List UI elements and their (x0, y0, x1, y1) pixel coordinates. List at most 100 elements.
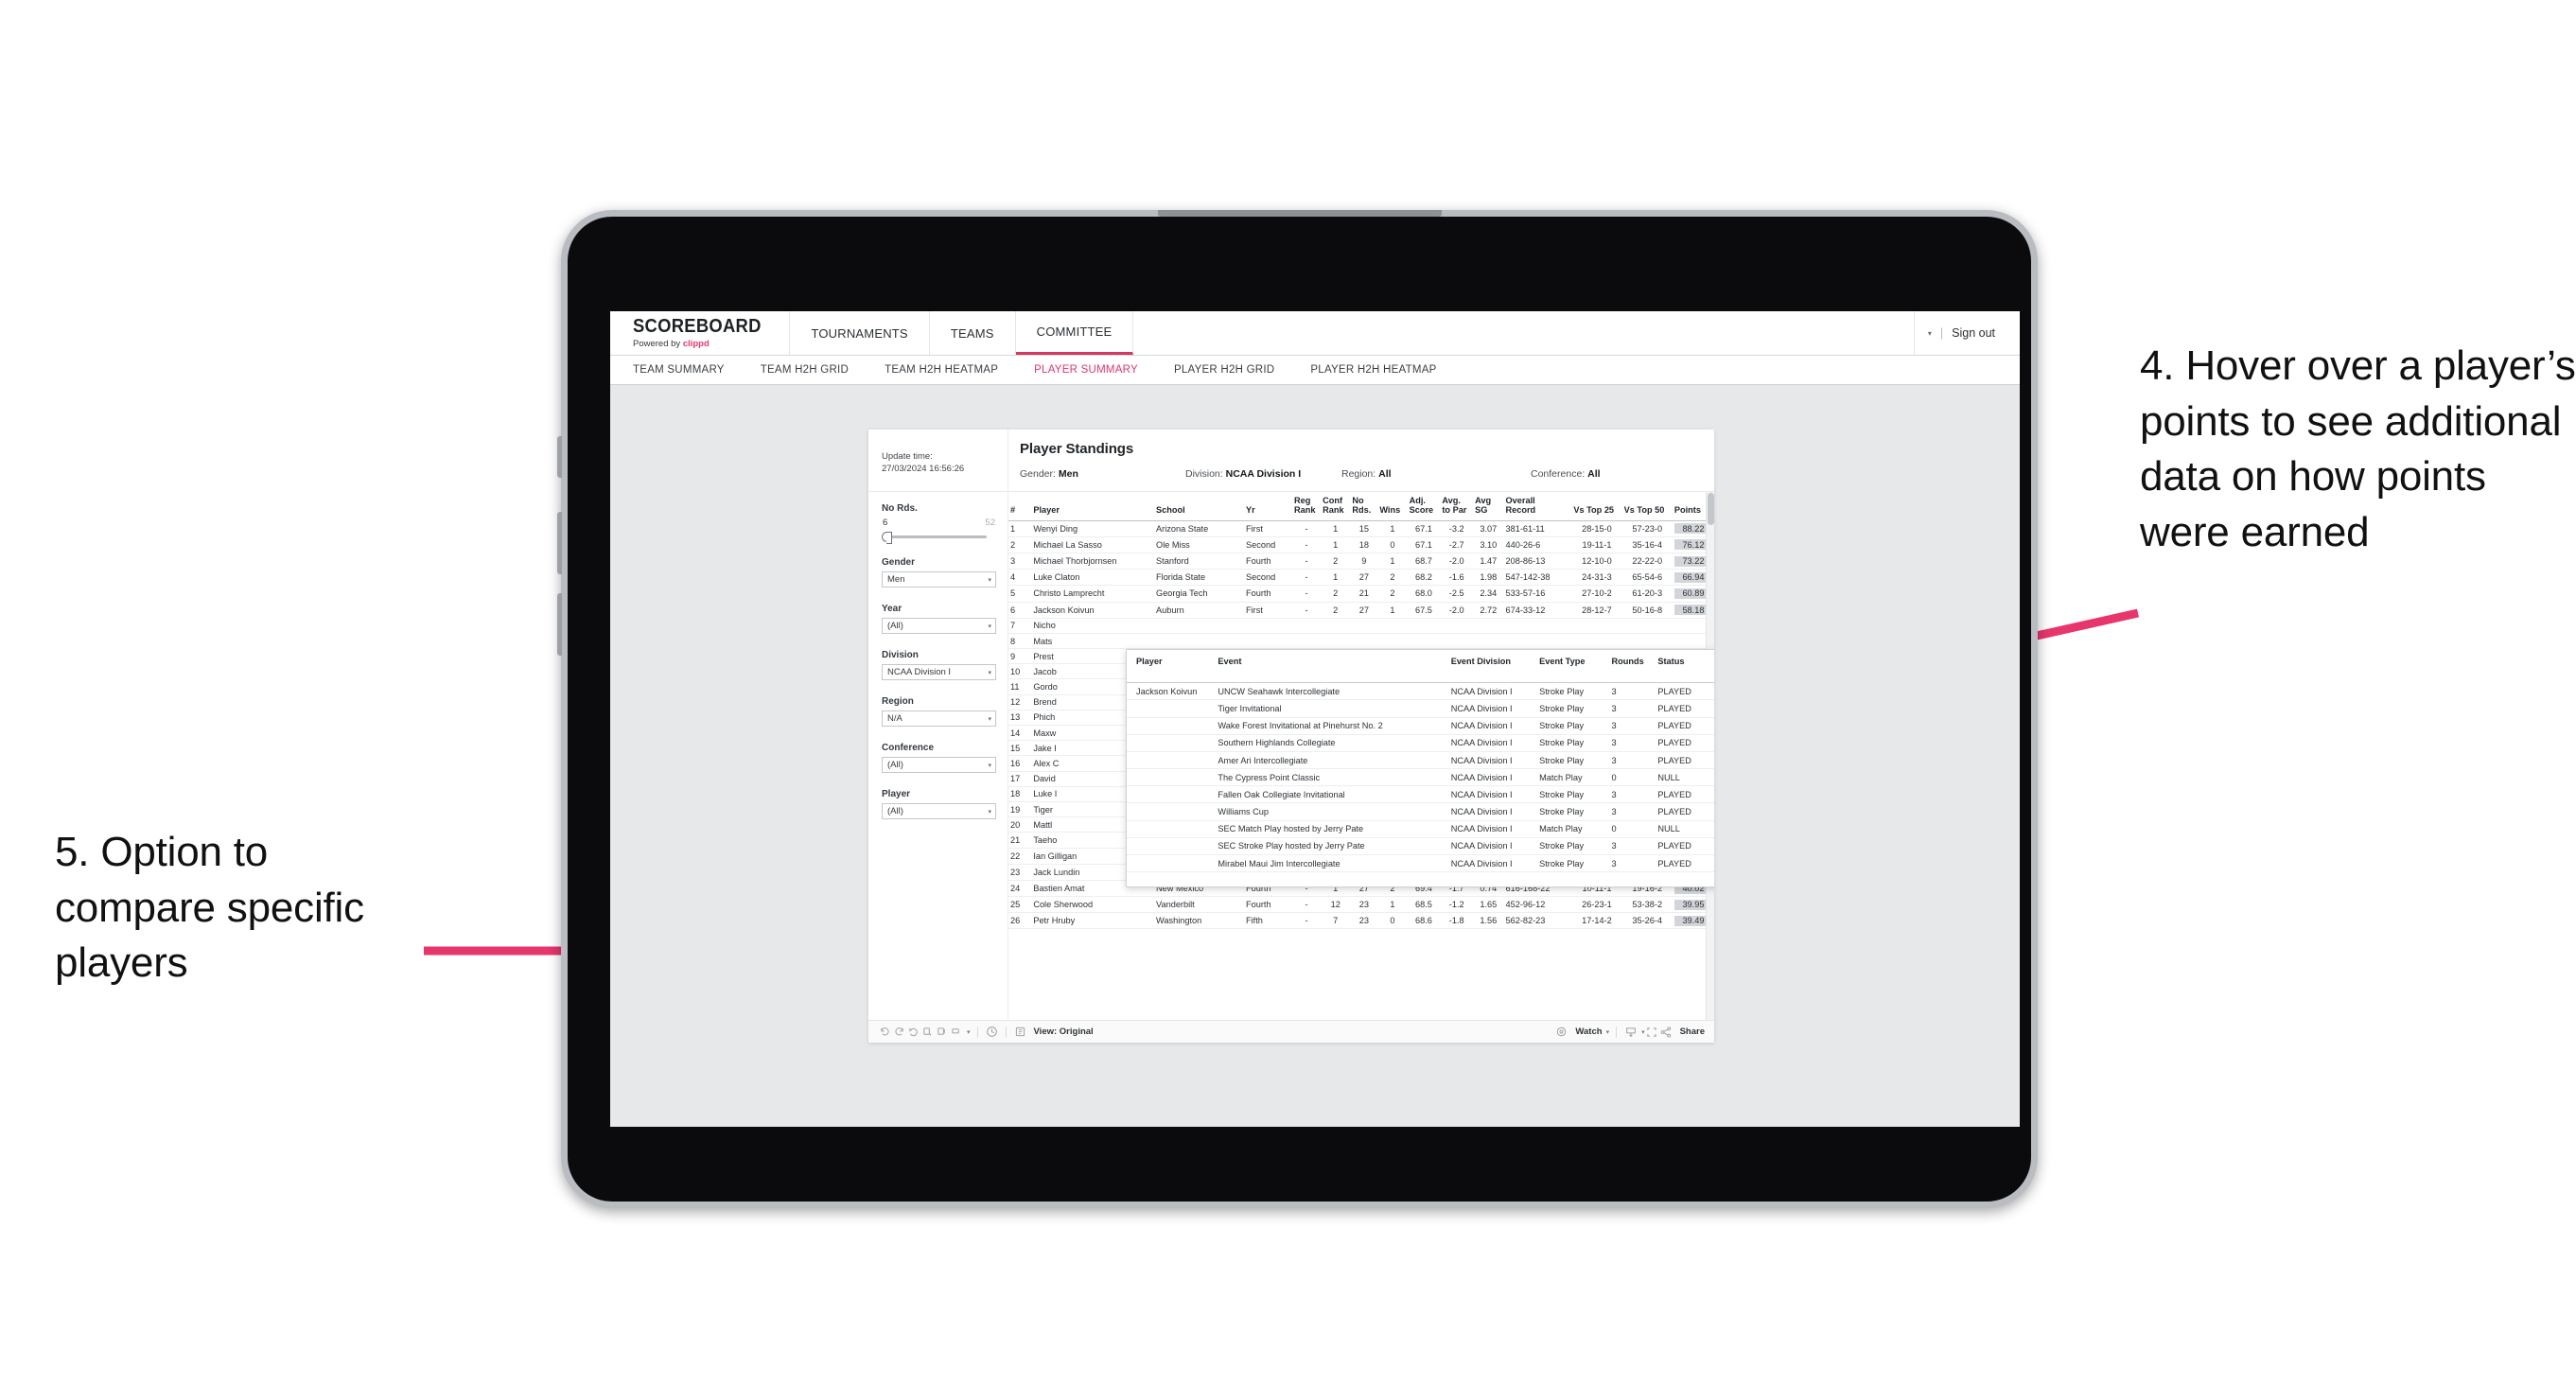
tooltip-cell-status: PLAYED (1655, 682, 1714, 701)
cell-wins: 1 (1377, 602, 1408, 619)
tooltip-header-row: Player Event Event Division Event Type R… (1127, 650, 1714, 684)
col-top: Conf (1323, 496, 1343, 505)
col-overall-record[interactable]: Overall Record (1503, 492, 1572, 521)
table-row[interactable]: 26 Petr Hruby Washington Fifth -7 23 0 68.6 -1.8… (1008, 912, 1714, 930)
player-select[interactable]: (All) ▾ (882, 803, 996, 819)
revert-icon[interactable] (906, 1025, 920, 1039)
table-row[interactable]: 4 Luke Claton Florida State Second -1 27 2 68.2… (1008, 569, 1714, 587)
col-adj-score[interactable]: Adj. Score (1407, 492, 1441, 521)
chevron-down-icon[interactable]: ▾ (967, 1028, 971, 1036)
nav-tab-committee[interactable]: COMMITTEE (1015, 311, 1134, 355)
table-row[interactable]: 5 Christo Lamprecht Georgia Tech Fourth -2 21… (1008, 585, 1714, 603)
cell-overall: 452-96-12 (1503, 896, 1572, 914)
cell-rank: 12 (1008, 694, 1032, 711)
device-button-volume-down[interactable] (557, 593, 562, 656)
subnav-player-summary[interactable]: PLAYER SUMMARY (1034, 364, 1138, 376)
table-row[interactable]: 2 Michael La Sasso Ole Miss Second -1 18 0 67.1… (1008, 536, 1714, 553)
col-player[interactable]: Player (1031, 492, 1155, 521)
table-row[interactable]: 7 Nicho (1008, 618, 1714, 634)
division-select[interactable]: NCAA Division I ▾ (882, 664, 996, 680)
no-rounds-slider[interactable] (882, 531, 996, 544)
col-top: # (1010, 505, 1016, 516)
cell-adj: 67.1 (1407, 536, 1441, 553)
download-button[interactable]: ▾ (1623, 1025, 1645, 1039)
nav-tab-teams[interactable]: TEAMS (930, 311, 1016, 355)
col-avg-sg[interactable]: Avg SG (1473, 492, 1504, 521)
tooltip-cell-event: Mirabel Maui Jim Intercollegiate (1215, 854, 1448, 873)
tooltip-table-body: Jackson Koivun UNCW Seahawk Intercollegia… (1127, 682, 1714, 873)
table-row[interactable]: 6 Jackson Koivun Auburn First -2 27 1 67.5 -2.0 2… (1008, 602, 1714, 619)
col-no-rds[interactable]: No Rds. (1350, 492, 1378, 521)
chevron-down-icon[interactable]: ▾ (1606, 1028, 1610, 1036)
subnav-team-summary[interactable]: TEAM SUMMARY (633, 364, 725, 376)
tooltip-cell-event: Southern Highlands Collegiate (1215, 734, 1448, 752)
standings-table-wrapper[interactable]: # Player School Yr Reg Rank Conf Rank No Rd… (1008, 492, 1714, 1020)
eraser-icon[interactable] (949, 1025, 963, 1039)
filter-label-no-rds: No Rds. (882, 503, 918, 514)
pause-auto-update-icon[interactable] (935, 1025, 949, 1039)
cell-atp: -1.6 (1440, 569, 1474, 587)
cell-adj: 67.5 (1407, 602, 1441, 619)
pause-icon[interactable] (985, 1025, 999, 1039)
scrollbar-thumb[interactable] (1708, 493, 1714, 525)
tooltip-cell-player (1127, 837, 1216, 856)
col-yr[interactable]: Yr (1244, 492, 1292, 521)
undo-icon[interactable] (878, 1025, 892, 1039)
cell-sg: 2.72 (1473, 602, 1504, 619)
col-school[interactable]: School (1154, 492, 1245, 521)
col-avg-to-par[interactable]: Avg. to Par (1440, 492, 1474, 521)
table-row[interactable]: 1 Wenyi Ding Arizona State First -1 15 1 67.1 -3… (1008, 520, 1714, 537)
download-icon (1623, 1025, 1638, 1039)
nav-tab-tournaments[interactable]: TOURNAMENTS (790, 311, 930, 355)
share-button[interactable]: Share (1659, 1025, 1705, 1039)
col-rank[interactable]: # (1008, 492, 1032, 521)
cell-rank: 21 (1008, 832, 1032, 849)
col-wins[interactable]: Wins (1377, 492, 1408, 521)
col-conf-rank[interactable]: Conf Rank (1321, 492, 1351, 521)
watch-button[interactable]: Watch ▾ (1554, 1025, 1609, 1039)
subnav-team-h2h-heatmap[interactable]: TEAM H2H HEATMAP (885, 364, 998, 376)
device-button-power[interactable] (557, 436, 562, 478)
cell-t25: 27-10-2 (1571, 585, 1622, 603)
subnav-team-h2h-grid[interactable]: TEAM H2H GRID (761, 364, 849, 376)
tooltip-cell-event: Williams Cup (1215, 802, 1448, 821)
chevron-down-icon[interactable]: ▾ (1928, 329, 1932, 338)
filter-summary-gender: Gender: Men (1020, 468, 1185, 480)
tooltip-cell-division: NCAA Division I (1447, 802, 1537, 821)
cell-yr: Fifth (1244, 912, 1292, 930)
table-row[interactable]: 25 Cole Sherwood Vanderbilt Fourth -12 23 1 68.… (1008, 896, 1714, 914)
toolbar-divider (976, 1026, 978, 1038)
clear-selection-group[interactable]: ▾ (949, 1025, 971, 1039)
col-top: Yr (1246, 505, 1255, 516)
slider-handle[interactable] (882, 531, 893, 544)
cell-nords: 9 (1350, 553, 1378, 570)
cell-atp: -2.0 (1440, 602, 1474, 619)
watch-icon (1554, 1025, 1568, 1039)
fullscreen-icon[interactable] (1645, 1025, 1659, 1039)
tooltip-cell-status: PLAYED (1655, 751, 1714, 770)
tip-col-event-division: Event Division (1447, 650, 1537, 684)
redo-icon[interactable] (892, 1025, 906, 1039)
table-row[interactable]: 3 Michael Thorbjornsen Stanford Fourth -2 9 1 6… (1008, 553, 1714, 570)
conference-select[interactable]: (All) ▾ (882, 757, 996, 773)
cell-rank: 14 (1008, 725, 1032, 742)
view-original-button[interactable]: View: Original (1013, 1025, 1094, 1039)
cell-nords: 18 (1350, 536, 1378, 553)
tooltip-cell-division: NCAA Division I (1447, 699, 1537, 718)
subnav-player-h2h-grid[interactable]: PLAYER H2H GRID (1174, 364, 1274, 376)
region-select[interactable]: N/A ▾ (882, 711, 996, 727)
table-row[interactable]: 8 Mats (1008, 633, 1714, 650)
sign-out-button[interactable]: Sign out (1952, 326, 1995, 340)
app-logo[interactable]: SCOREBOARD Powered by clippd (610, 311, 791, 355)
col-vs-top-50[interactable]: Vs Top 50 (1621, 492, 1673, 521)
col-vs-top-25[interactable]: Vs Top 25 (1571, 492, 1622, 521)
year-select[interactable]: (All) ▾ (882, 618, 996, 634)
cell-reg: - (1292, 536, 1322, 553)
refresh-icon[interactable] (920, 1025, 935, 1039)
toolbar-divider (1005, 1026, 1007, 1038)
subnav-player-h2h-heatmap[interactable]: PLAYER H2H HEATMAP (1310, 364, 1436, 376)
gender-select[interactable]: Men ▾ (882, 571, 996, 588)
cell-conf: 2 (1321, 585, 1351, 603)
col-reg-rank[interactable]: Reg Rank (1292, 492, 1322, 521)
device-button-volume-up[interactable] (557, 512, 562, 574)
